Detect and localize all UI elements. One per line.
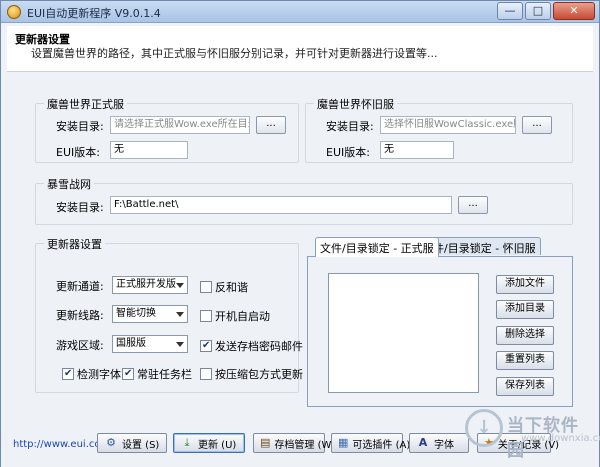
tray-label: 常驻任务栏: [137, 368, 192, 381]
autostart-checkbox[interactable]: 开机自启动: [200, 308, 270, 324]
font-button[interactable]: A 字体: [409, 433, 469, 453]
send-email-label: 发送存档密码邮件: [215, 340, 303, 353]
delete-selection-button[interactable]: 删除选择: [496, 326, 554, 345]
anti-harmony-label: 反和谐: [215, 281, 248, 294]
app-window: EUI自动更新程序 V9.0.1.4 — □ ✕ 更新器设置 设置魔兽世界的路径…: [0, 0, 600, 467]
save-list-button[interactable]: 保存列表: [496, 377, 554, 396]
battlenet-group-title: 暴雪战网: [44, 176, 94, 192]
archive-button[interactable]: ▤ 存档管理 (W): [253, 433, 335, 453]
font-button-label: 字体: [434, 439, 454, 451]
anti-harmony-box[interactable]: [200, 281, 212, 293]
detect-font-box[interactable]: [62, 368, 74, 380]
retail-install-label: 安装目录:: [56, 120, 104, 133]
update-button[interactable]: ⤓ 更新 (U): [173, 433, 245, 453]
detect-font-checkbox[interactable]: 检测字体: [62, 366, 121, 382]
app-logo-icon: [7, 5, 21, 19]
watermark-url: www.downxia.com: [521, 433, 600, 444]
classic-install-label: 安装目录:: [326, 120, 374, 133]
settings-button-label: 设置 (S): [122, 439, 160, 451]
maximize-button[interactable]: □: [525, 2, 551, 20]
updater-group-title: 更新器设置: [44, 236, 105, 252]
window-title: EUI自动更新程序 V9.0.1.4: [27, 7, 161, 20]
compress-checkbox[interactable]: 按压缩包方式更新: [200, 366, 303, 382]
add-dir-button[interactable]: 添加目录: [496, 300, 554, 319]
website-link[interactable]: http://www.eui.cc: [13, 439, 100, 450]
gear-icon: ⚙: [106, 436, 116, 449]
retail-install-input[interactable]: 请选择正式服Wow.exe所在目录: [110, 116, 250, 134]
retail-browse-button[interactable]: ...: [256, 116, 286, 134]
tray-box[interactable]: [122, 368, 134, 380]
classic-install-input[interactable]: 选择怀旧服WowClassic.exe所在目录: [380, 116, 516, 134]
classic-version-label: EUI版本:: [326, 146, 370, 159]
plugins-button[interactable]: ▦ 可选插件 (A): [331, 433, 410, 453]
classic-browse-button[interactable]: ...: [522, 116, 552, 134]
update-button-label: 更新 (U): [198, 439, 237, 451]
archive-button-label: 存档管理 (W): [274, 439, 336, 451]
add-file-button[interactable]: 添加文件: [496, 275, 554, 294]
battlenet-install-input[interactable]: F:\Battle.net\: [110, 196, 452, 214]
compress-label: 按压缩包方式更新: [215, 368, 303, 381]
route-label: 更新线路:: [56, 309, 104, 322]
settings-button[interactable]: ⚙ 设置 (S): [97, 433, 167, 453]
classic-group-title: 魔兽世界怀旧服: [314, 96, 397, 112]
chevron-down-icon: [176, 283, 184, 288]
archive-icon: ▤: [260, 436, 271, 449]
font-icon: A: [418, 436, 428, 449]
compress-box[interactable]: [200, 368, 212, 380]
reset-list-button[interactable]: 重置列表: [496, 351, 554, 370]
region-select-value: 国服版: [116, 338, 146, 349]
chevron-down-icon: [176, 312, 184, 317]
battlenet-install-label: 安装目录:: [56, 201, 104, 214]
plugins-button-label: 可选插件 (A): [352, 439, 411, 451]
updater-group: 更新器设置 更新通道: 正式服开发版 反和谐 更新线路: 智能切换 开机自启动 …: [35, 236, 303, 393]
tab-lock-retail[interactable]: 文件/目录锁定 - 正式服: [315, 237, 439, 257]
close-button[interactable]: ✕: [553, 2, 595, 20]
channel-select-value: 正式服开发版: [116, 279, 176, 290]
chevron-down-icon: [176, 342, 184, 347]
send-email-checkbox[interactable]: 发送存档密码邮件: [200, 338, 303, 354]
retail-group-title: 魔兽世界正式服: [44, 96, 127, 112]
lock-tab-panel: 添加文件 添加目录 删除选择 重置列表 保存列表: [307, 256, 573, 407]
classic-version-field: 无: [380, 141, 454, 159]
window-controls: — □ ✕: [497, 2, 595, 20]
region-select[interactable]: 国服版: [112, 335, 188, 353]
puzzle-icon: ▦: [338, 436, 349, 449]
battlenet-browse-button[interactable]: ...: [458, 196, 488, 214]
retail-group: 魔兽世界正式服 安装目录: 请选择正式服Wow.exe所在目录 ... EUI版…: [35, 96, 299, 163]
detect-font-label: 检测字体: [77, 368, 121, 381]
title-bar[interactable]: EUI自动更新程序 V9.0.1.4 — □ ✕: [1, 1, 599, 23]
retail-version-label: EUI版本:: [56, 146, 100, 159]
battlenet-group: 暴雪战网 安装目录: F:\Battle.net\ ...: [35, 176, 573, 225]
classic-group: 魔兽世界怀旧服 安装目录: 选择怀旧服WowClassic.exe所在目录 ..…: [305, 96, 573, 163]
minimize-button[interactable]: —: [497, 2, 523, 20]
route-select-value: 智能切换: [116, 308, 156, 319]
lock-file-list[interactable]: [328, 273, 479, 393]
site-watermark: ↓ 当下软件园 www.downxia.com: [465, 405, 600, 461]
settings-header: 更新器设置 设置魔兽世界的路径，其中正式服与怀旧服分别记录，并可针对更新器进行设…: [7, 26, 593, 72]
route-select[interactable]: 智能切换: [112, 305, 188, 323]
retail-version-field: 无: [110, 141, 188, 159]
tray-checkbox[interactable]: 常驻任务栏: [122, 366, 192, 382]
region-label: 游戏区域:: [56, 339, 104, 352]
watermark-logo-icon: ↓: [465, 409, 503, 447]
settings-content: 魔兽世界正式服 安装目录: 请选择正式服Wow.exe所在目录 ... EUI版…: [7, 73, 593, 427]
channel-label: 更新通道:: [56, 280, 104, 293]
send-email-box[interactable]: [200, 340, 212, 352]
page-description: 设置魔兽世界的路径，其中正式服与怀旧服分别记录，并可针对更新器进行设置等...: [31, 47, 438, 60]
autostart-box[interactable]: [200, 310, 212, 322]
channel-select[interactable]: 正式服开发版: [112, 276, 188, 294]
autostart-label: 开机自启动: [215, 310, 270, 323]
anti-harmony-checkbox[interactable]: 反和谐: [200, 279, 248, 295]
download-icon: ⤓: [184, 436, 190, 449]
